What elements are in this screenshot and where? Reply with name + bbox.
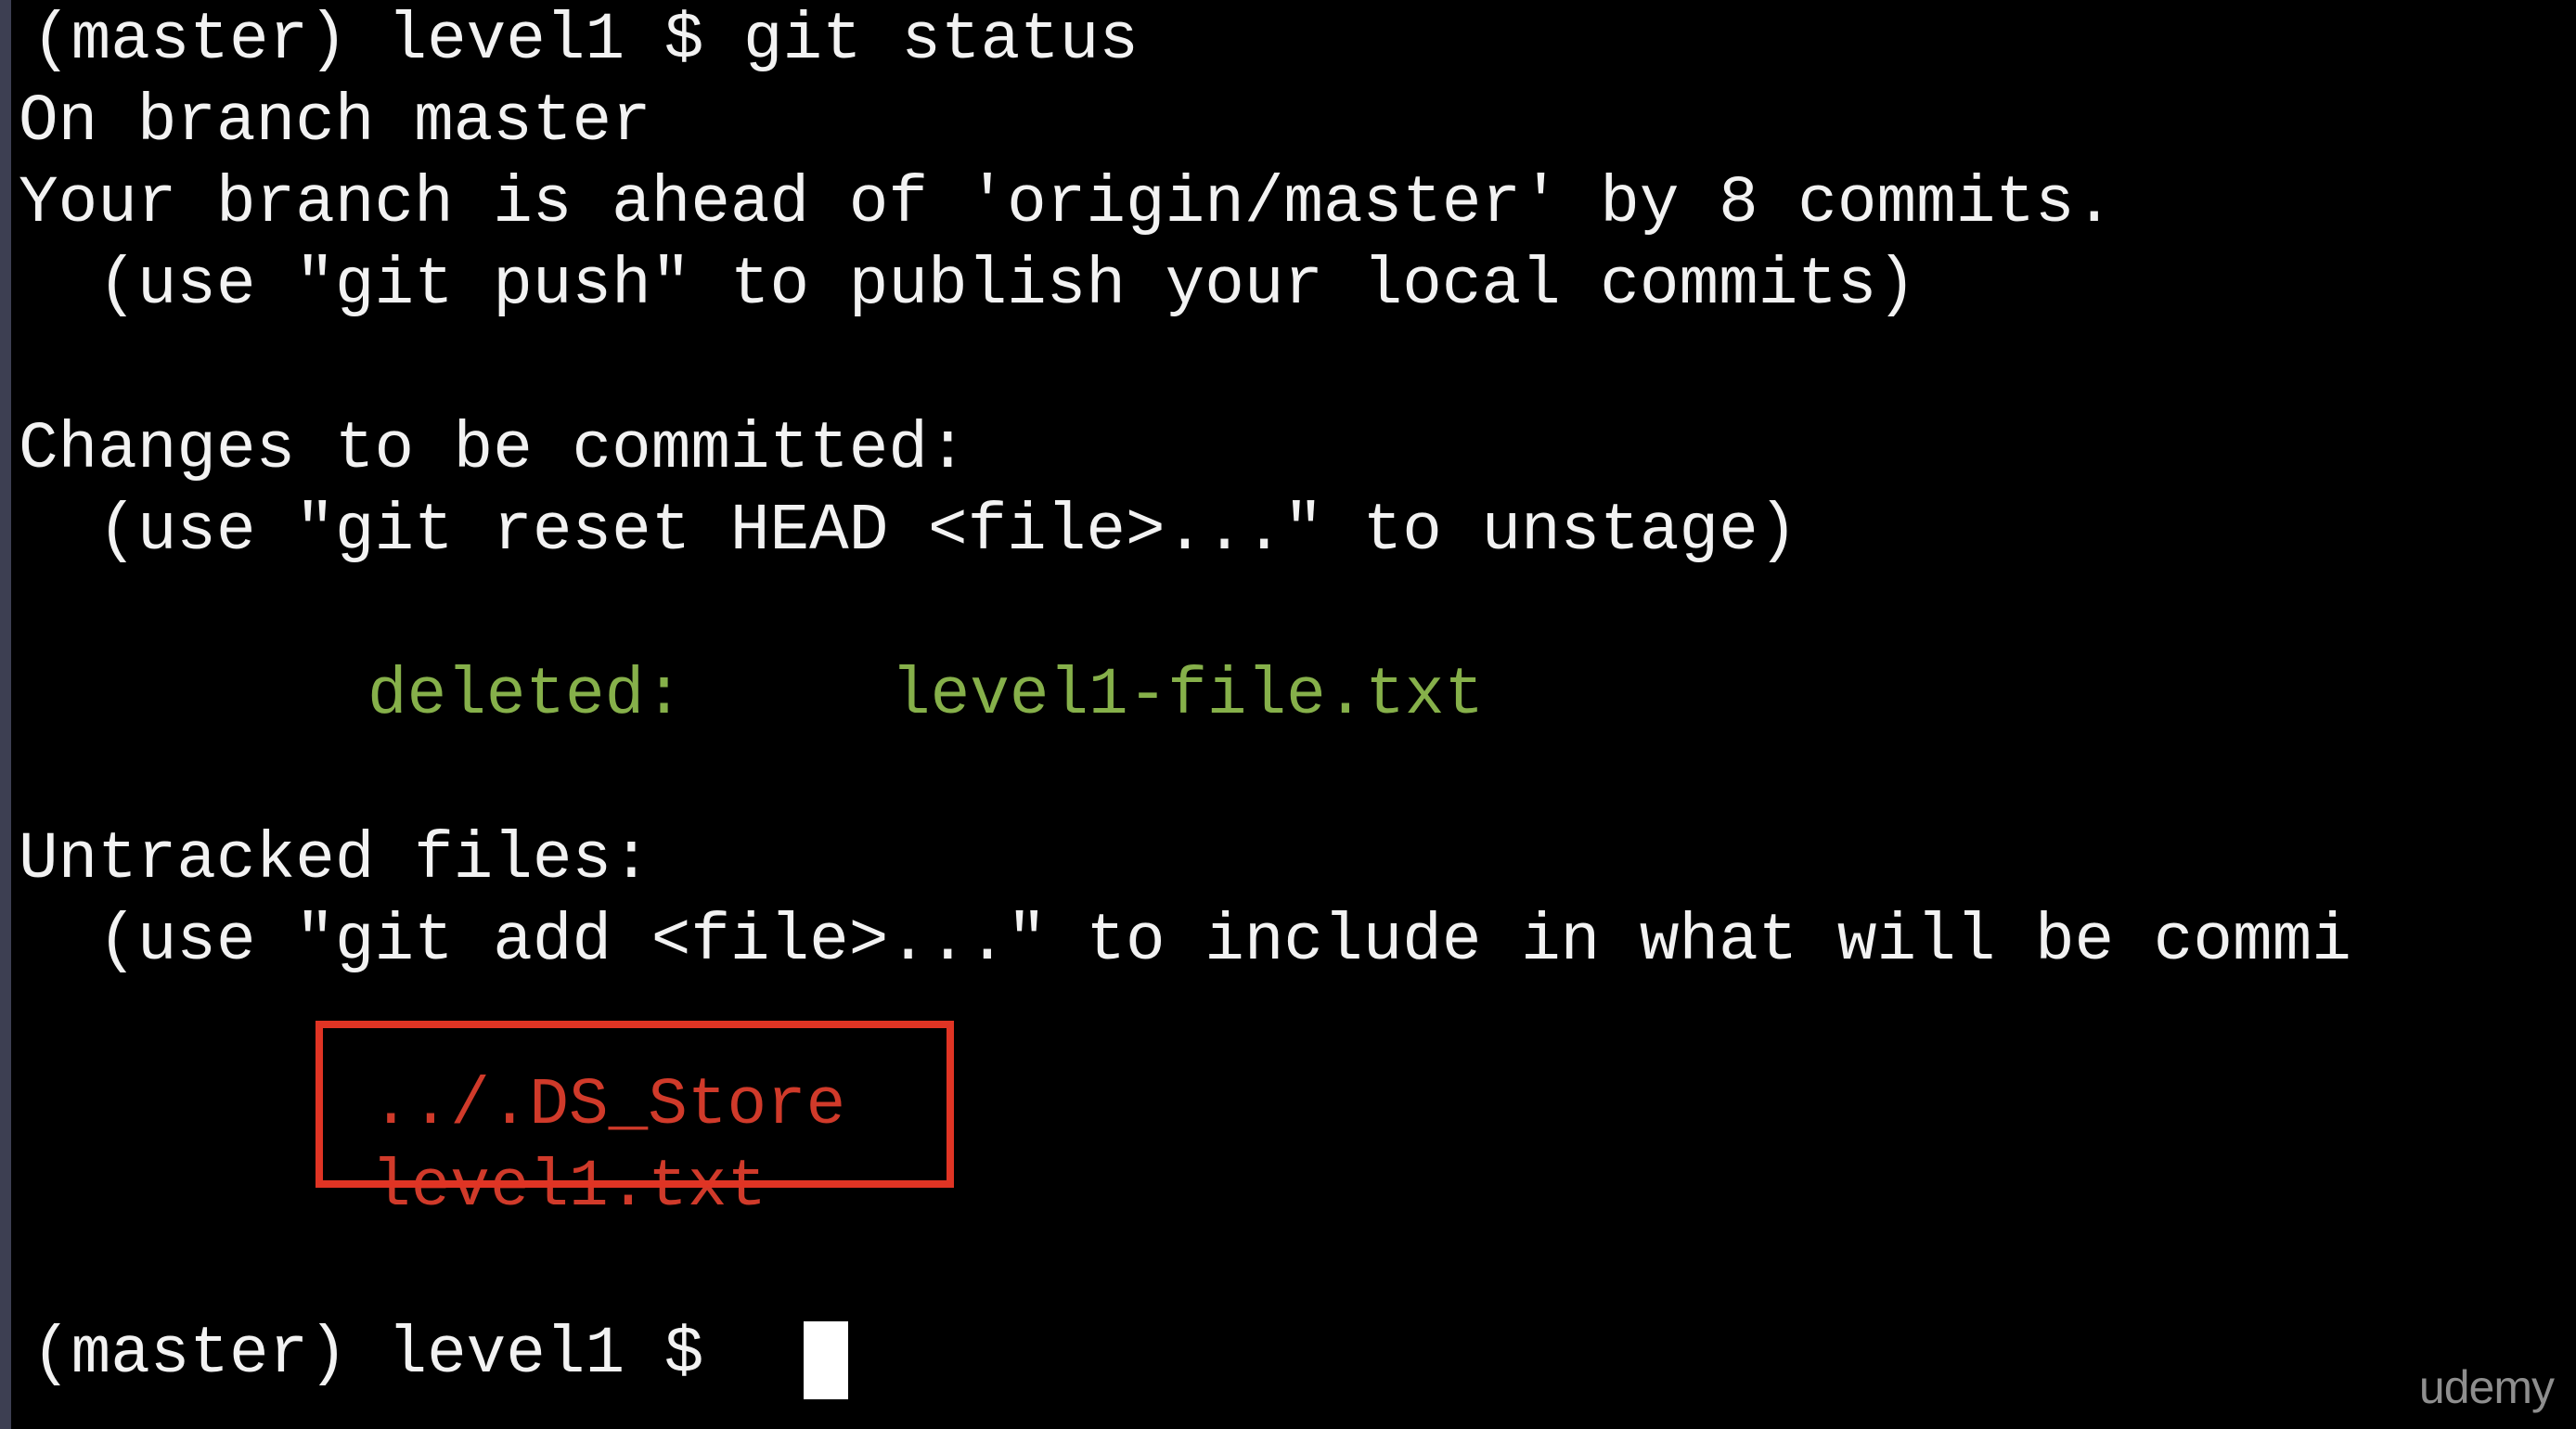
deleted-file-name: level1-file.txt (891, 659, 1485, 733)
prompt-line: (master) level1 $ (32, 1318, 743, 1392)
branch-status-line: On branch master (19, 85, 651, 160)
unstage-hint-line: (use "git reset HEAD <file>..." to unsta… (19, 495, 1798, 569)
window-left-edge (0, 0, 11, 1429)
changes-header-line: Changes to be committed: (19, 413, 968, 487)
untracked-header-line: Untracked files: (19, 823, 651, 897)
prompt-git-status-line: (master) level1 $ git status (32, 4, 1139, 78)
annotation-highlight-box (316, 1021, 954, 1188)
add-hint-line: (use "git add <file>..." to include in w… (19, 905, 2351, 979)
ahead-status-line: Your branch is ahead of 'origin/master' … (19, 167, 2115, 241)
deleted-label: deleted: (367, 659, 684, 733)
text-cursor (804, 1321, 848, 1399)
udemy-watermark: udemy (2418, 1361, 2555, 1413)
terminal-window[interactable]: (master) level1 $ git status On branch m… (0, 0, 2576, 1429)
push-hint-line: (use "git push" to publish your local co… (19, 249, 1917, 323)
